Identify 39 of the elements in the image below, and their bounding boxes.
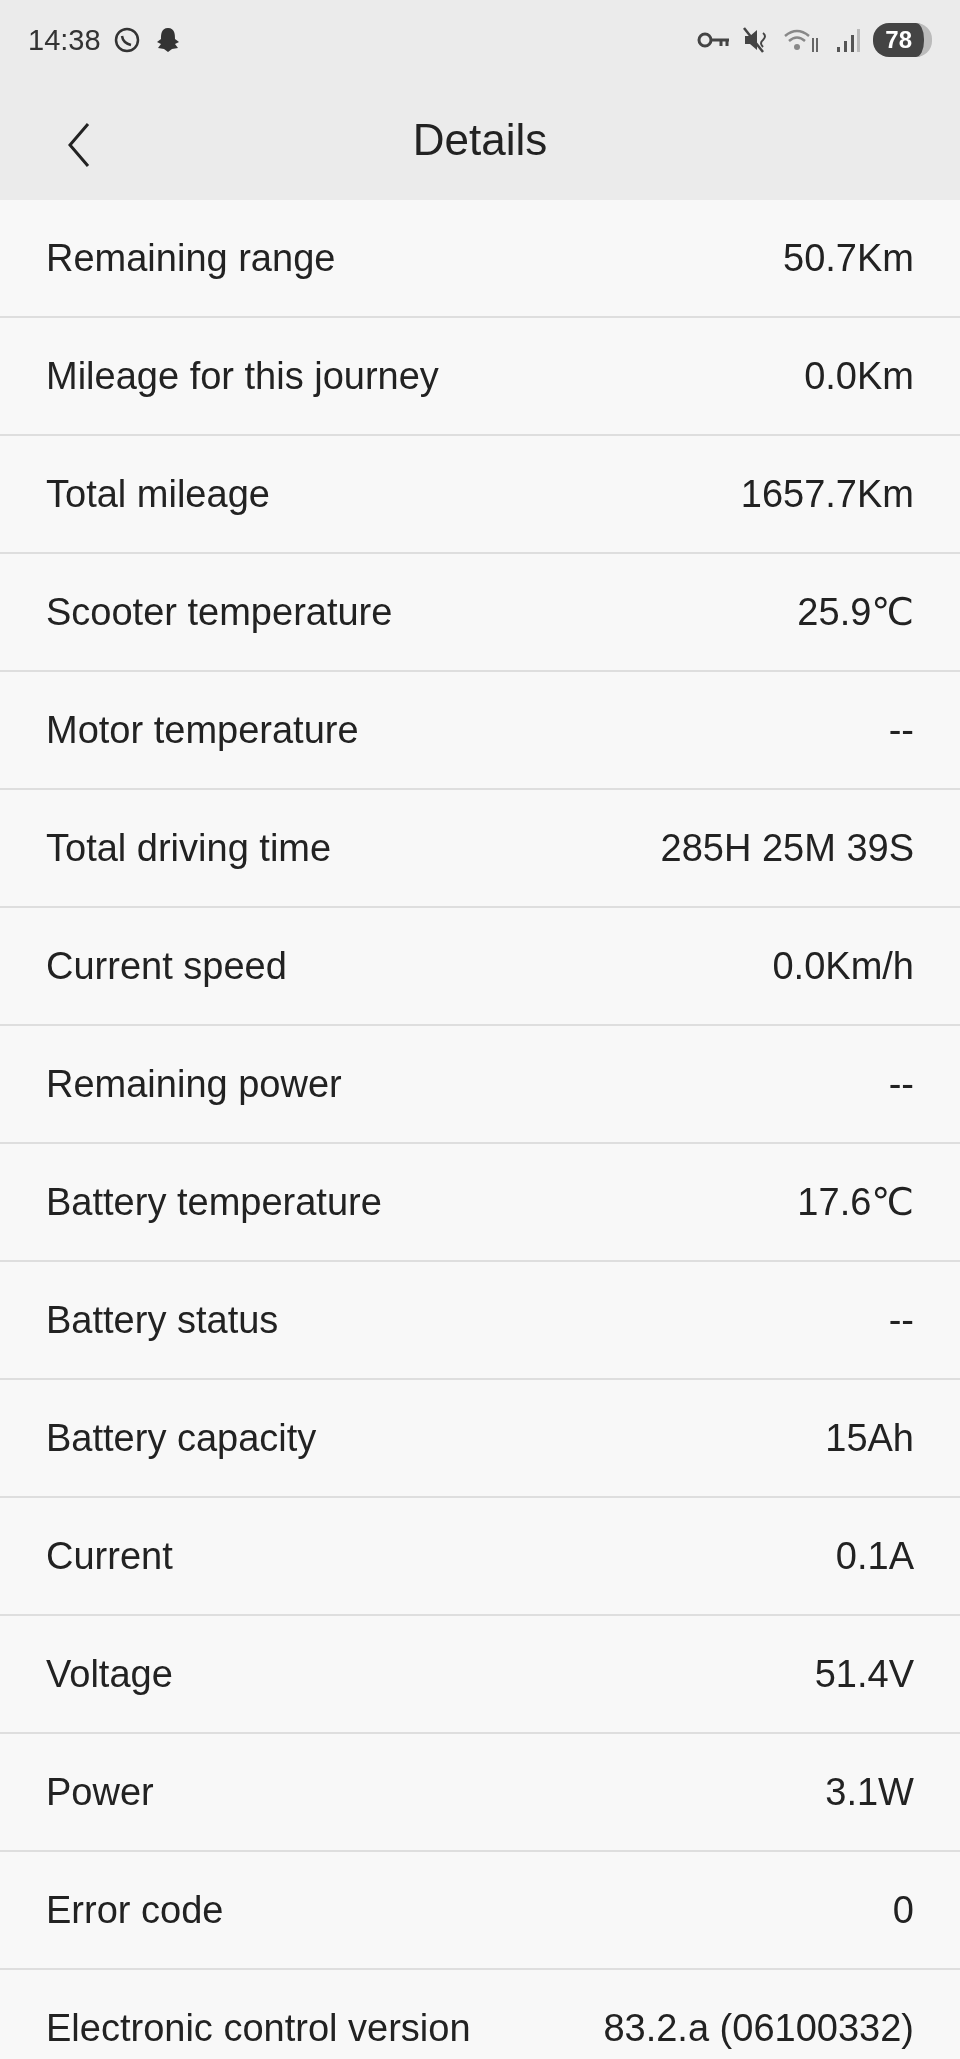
row-label: Total driving time [46, 826, 332, 870]
row-value: 25.9℃ [797, 590, 914, 634]
row-value: 0.1A [835, 1534, 914, 1578]
chat-icon [112, 26, 141, 54]
row-label: Battery temperature [46, 1180, 382, 1224]
row-value: 285H 25M 39S [660, 826, 914, 870]
row-value: -- [888, 1298, 914, 1342]
row-value: 0.0Km [804, 354, 914, 398]
key-icon [697, 30, 732, 50]
row-value: 15Ah [825, 1416, 914, 1460]
row-value: 3.1W [825, 1770, 914, 1814]
row-value: -- [888, 708, 914, 752]
row-label: Power [46, 1770, 154, 1814]
row-label: Voltage [46, 1652, 173, 1696]
row-label: Scooter temperature [46, 590, 393, 634]
row-value: 1657.7Km [740, 472, 914, 516]
row-label: Current [46, 1534, 173, 1578]
row-value: 83.2.a (06100332) [603, 2006, 914, 2050]
row-label: Mileage for this journey [46, 354, 439, 398]
row-label: Total mileage [46, 472, 270, 516]
page-title: Details [412, 115, 548, 165]
row-value: 50.7Km [783, 236, 914, 280]
battery-indicator: 78 [873, 23, 932, 57]
row-value: 0.0Km/h [772, 944, 914, 988]
row-label: Electronic control version [46, 2006, 471, 2050]
row-label: Motor temperature [46, 708, 359, 752]
row-label: Battery capacity [46, 1416, 317, 1460]
row-value: 51.4V [814, 1652, 914, 1696]
row-label: Current speed [46, 944, 287, 988]
row-value: -- [888, 1062, 914, 1106]
row-label: Error code [46, 1888, 224, 1932]
row-label: Battery status [46, 1298, 279, 1342]
row-value: 0 [892, 1888, 914, 1932]
status-time: 14:38 [28, 23, 101, 57]
row-label: Remaining range [46, 236, 336, 280]
row-label: Remaining power [46, 1062, 342, 1106]
back-icon [66, 122, 92, 168]
signal-icon [835, 27, 862, 53]
row-value: 17.6℃ [797, 1180, 914, 1224]
